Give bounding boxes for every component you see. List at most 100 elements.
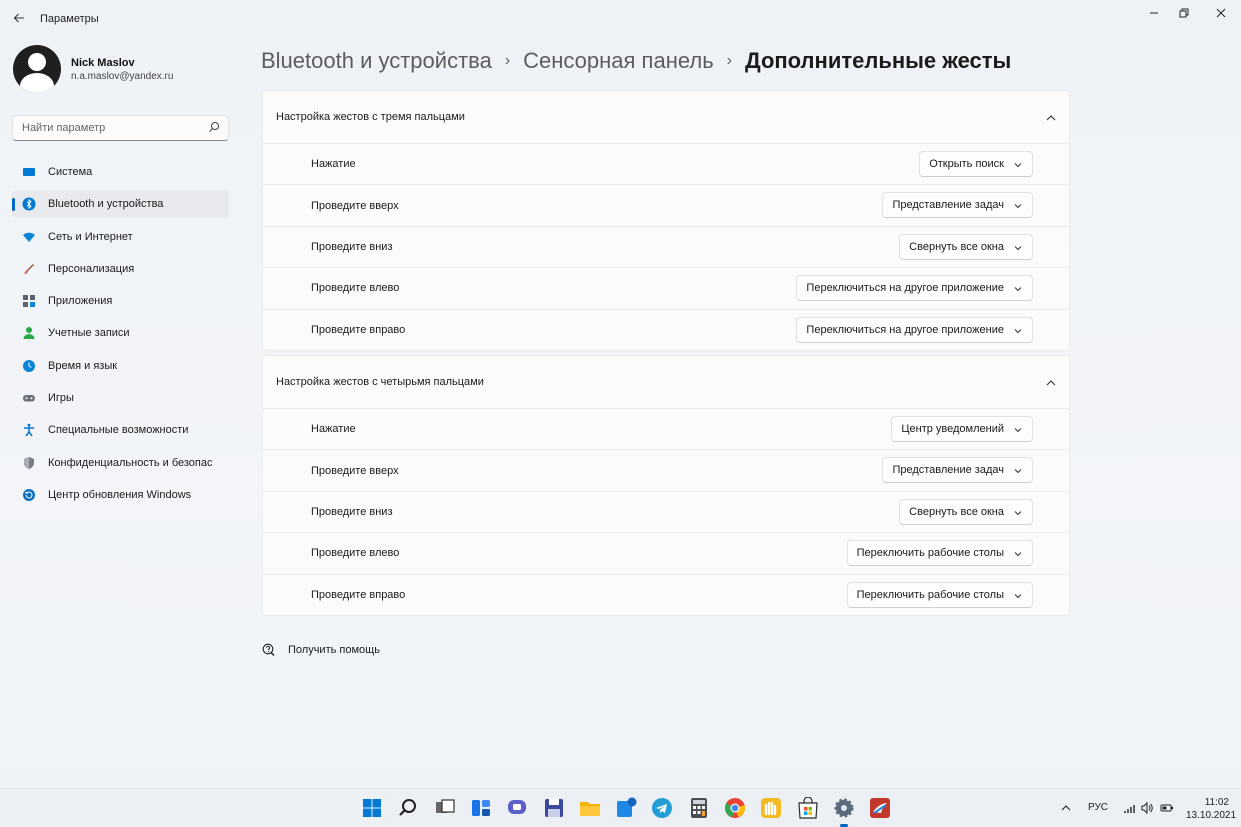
sidebar-item-0[interactable]: Система	[12, 158, 229, 186]
chevron-up-icon[interactable]	[1045, 377, 1057, 389]
section-title: Настройка жестов с четырьмя пальцами	[276, 376, 484, 388]
wifi-icon	[22, 230, 36, 244]
sidebar-item-6[interactable]: Время и язык	[12, 352, 229, 380]
user-name: Nick Maslov	[71, 57, 135, 69]
gesture-label: Проведите вниз	[311, 505, 393, 518]
section-title: Настройка жестов с тремя пальцами	[276, 111, 465, 123]
gesture-row: Проведите вправо Переключиться на другое…	[262, 309, 1070, 351]
file-explorer-icon[interactable]	[579, 797, 601, 819]
chevron-down-icon	[1014, 469, 1022, 474]
search-icon[interactable]	[397, 797, 419, 819]
dropdown-value: Переключиться на другое приложение	[806, 323, 1004, 336]
start-icon[interactable]	[361, 797, 383, 819]
chevron-down-icon	[1014, 204, 1022, 209]
sidebar-item-10[interactable]: Центр обновления Windows	[12, 481, 229, 509]
sidebar-item-3[interactable]: Персонализация	[12, 255, 229, 283]
sidebar-item-5[interactable]: Учетные записи	[12, 319, 229, 347]
gesture-label: Проведите вверх	[311, 464, 399, 477]
volume-icon[interactable]	[1140, 801, 1154, 815]
help-chat-icon	[262, 643, 275, 656]
battery-icon[interactable]	[1160, 801, 1174, 815]
dropdown-value: Представление задач	[892, 199, 1004, 212]
help-link[interactable]: Получить помощь	[262, 643, 380, 657]
store-blue-icon[interactable]	[615, 797, 637, 819]
breadcrumb-item-bluetooth[interactable]: Bluetooth и устройства	[261, 48, 492, 74]
gesture-action-dropdown[interactable]: Переключить рабочие столы	[846, 581, 1033, 608]
avatar[interactable]	[13, 45, 61, 93]
update-icon	[22, 488, 36, 502]
gesture-action-dropdown[interactable]: Свернуть все окна	[899, 498, 1033, 525]
search-input[interactable]	[13, 116, 193, 140]
dropdown-value: Центр уведомлений	[901, 423, 1004, 435]
search-icon[interactable]	[208, 121, 220, 133]
gesture-action-dropdown[interactable]: Свернуть все окна	[899, 233, 1033, 260]
sidebar-item-8[interactable]: Специальные возможности	[12, 416, 229, 444]
gesture-row: Нажатие Центр уведомлений	[262, 409, 1070, 451]
telegram-icon[interactable]	[651, 797, 673, 819]
sidebar-item-label: Игры	[48, 392, 74, 405]
sidebar-nav: Система Bluetooth и устройства Сеть и Инте…	[12, 158, 229, 513]
save-app-icon[interactable]	[543, 797, 565, 819]
gesture-action-dropdown[interactable]: Переключиться на другое приложение	[796, 316, 1033, 343]
sidebar-item-label: Центр обновления Windows	[48, 488, 192, 501]
calculator-icon[interactable]	[688, 797, 710, 819]
user-email: n.a.maslov@yandex.ru	[71, 71, 174, 82]
back-button[interactable]	[6, 8, 32, 30]
clock-date[interactable]: 13.10.2021	[1186, 810, 1236, 821]
breadcrumb-separator: ›	[726, 52, 732, 69]
sidebar-item-label: Конфиденциальность и безопас	[48, 456, 213, 469]
task-view-icon[interactable]	[434, 797, 456, 819]
hand-app-icon[interactable]	[760, 797, 782, 819]
close-button[interactable]	[1203, 4, 1239, 24]
gesture-row: Проведите влево Переключить рабочие стол…	[262, 533, 1070, 575]
page-title: Дополнительные жесты	[745, 48, 1012, 73]
gesture-action-dropdown[interactable]: Переключить рабочие столы	[846, 540, 1033, 567]
chat-icon[interactable]	[506, 797, 528, 819]
bluetooth-icon	[22, 197, 36, 211]
gesture-label: Проведите вниз	[311, 240, 393, 253]
chevron-down-icon	[1014, 245, 1022, 250]
arrow-left-icon	[13, 13, 24, 23]
gesture-action-dropdown[interactable]: Представление задач	[882, 457, 1033, 484]
gesture-section-0: Настройка жестов с тремя пальцами Нажати…	[262, 90, 1070, 351]
shield-icon	[22, 456, 36, 470]
maximize-button[interactable]	[1166, 4, 1202, 24]
gesture-section-1: Настройка жестов с четырьмя пальцами Наж…	[262, 355, 1070, 616]
section-header[interactable]: Настройка жестов с тремя пальцами	[262, 90, 1070, 144]
section-header[interactable]: Настройка жестов с четырьмя пальцами	[262, 355, 1070, 409]
minimize-icon	[1150, 12, 1158, 14]
chrome-icon[interactable]	[724, 797, 746, 819]
sidebar-item-1[interactable]: Bluetooth и устройства	[12, 190, 229, 219]
close-icon	[1216, 8, 1226, 18]
sidebar-item-label: Учетные записи	[48, 327, 130, 340]
gesture-row: Проведите вниз Свернуть все окна	[262, 491, 1070, 534]
apps-icon	[22, 294, 36, 308]
microsoft-store-icon[interactable]	[797, 796, 819, 819]
tray-chevron-up-icon[interactable]	[1060, 802, 1072, 814]
settings-icon[interactable]	[833, 797, 855, 819]
breadcrumb-separator: ›	[504, 52, 511, 69]
gesture-action-dropdown[interactable]: Представление задач	[882, 192, 1033, 219]
search-box[interactable]	[12, 115, 229, 141]
input-language[interactable]: РУС	[1088, 802, 1108, 813]
sidebar-item-2[interactable]: Сеть и Интернет	[12, 223, 229, 251]
sidebar-item-7[interactable]: Игры	[12, 384, 229, 412]
gesture-action-dropdown[interactable]: Открыть поиск	[919, 151, 1033, 177]
sidebar-item-9[interactable]: Конфиденциальность и безопас	[12, 449, 229, 477]
gesture-action-dropdown[interactable]: Переключиться на другое приложение	[796, 275, 1033, 302]
sidebar-item-label: Персонализация	[48, 262, 135, 275]
network-icon[interactable]	[1122, 801, 1136, 815]
breadcrumb-item-touchpad[interactable]: Сенсорная панель	[523, 48, 714, 74]
clock-time[interactable]: 11:02	[1195, 797, 1229, 808]
gamepad-icon	[22, 391, 36, 405]
sidebar-item-4[interactable]: Приложения	[12, 287, 229, 315]
chevron-down-icon	[1014, 552, 1022, 557]
screenshot-app-icon[interactable]	[869, 797, 891, 819]
restore-icon	[1179, 8, 1189, 18]
chevron-up-icon[interactable]	[1045, 112, 1057, 124]
gesture-action-dropdown[interactable]: Центр уведомлений	[891, 416, 1033, 442]
gesture-row: Проведите вниз Свернуть все окна	[262, 226, 1070, 269]
breadcrumb: Bluetooth и устройства › Сенсорная панел…	[261, 46, 1011, 76]
widgets-icon[interactable]	[470, 797, 492, 819]
sidebar-item-label: Специальные возможности	[48, 424, 189, 437]
